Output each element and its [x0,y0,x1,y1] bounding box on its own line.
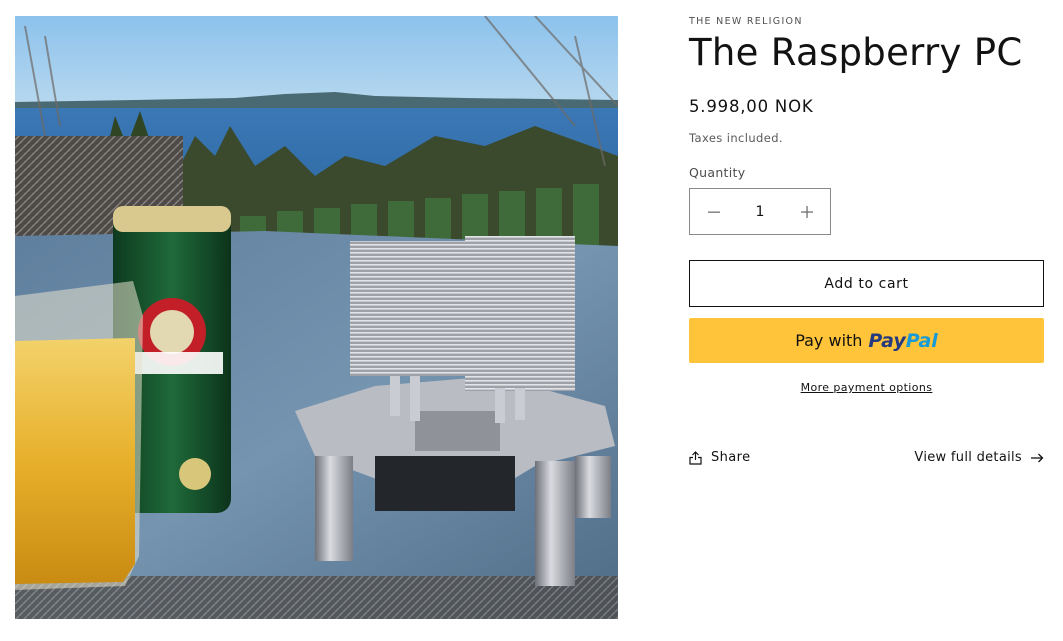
minus-icon [707,211,720,213]
more-payment-options-link[interactable]: More payment options [689,381,1044,394]
plus-icon [800,205,813,218]
product-price: 5.998,00 NOK [689,97,814,116]
paypal-logo-pay: Pay [868,329,906,352]
product-image[interactable] [15,16,618,619]
add-to-cart-button[interactable]: Add to cart [689,260,1044,307]
quantity-label: Quantity [689,165,746,180]
arrow-right-icon [1031,453,1044,462]
share-label: Share [711,450,751,465]
product-title: The Raspberry PC [689,31,1023,74]
product-photo-illustration [15,16,618,619]
paypal-button[interactable]: Pay with PayPal [689,318,1044,363]
quantity-decrease-button[interactable] [690,189,737,234]
quantity-input[interactable]: 1 [737,204,783,220]
tax-note: Taxes included. [689,131,783,145]
quantity-increase-button[interactable] [783,189,830,234]
paypal-prefix: Pay with [795,331,863,350]
share-button[interactable]: Share [689,450,751,465]
share-icon [689,450,702,465]
view-full-details-label: View full details [914,450,1022,465]
paypal-logo-pal: Pal [905,329,938,352]
quantity-stepper: 1 [689,188,831,235]
view-full-details-link[interactable]: View full details [914,450,1044,465]
product-vendor: THE NEW RELIGION [689,16,803,27]
paypal-logo: PayPal [868,330,937,352]
